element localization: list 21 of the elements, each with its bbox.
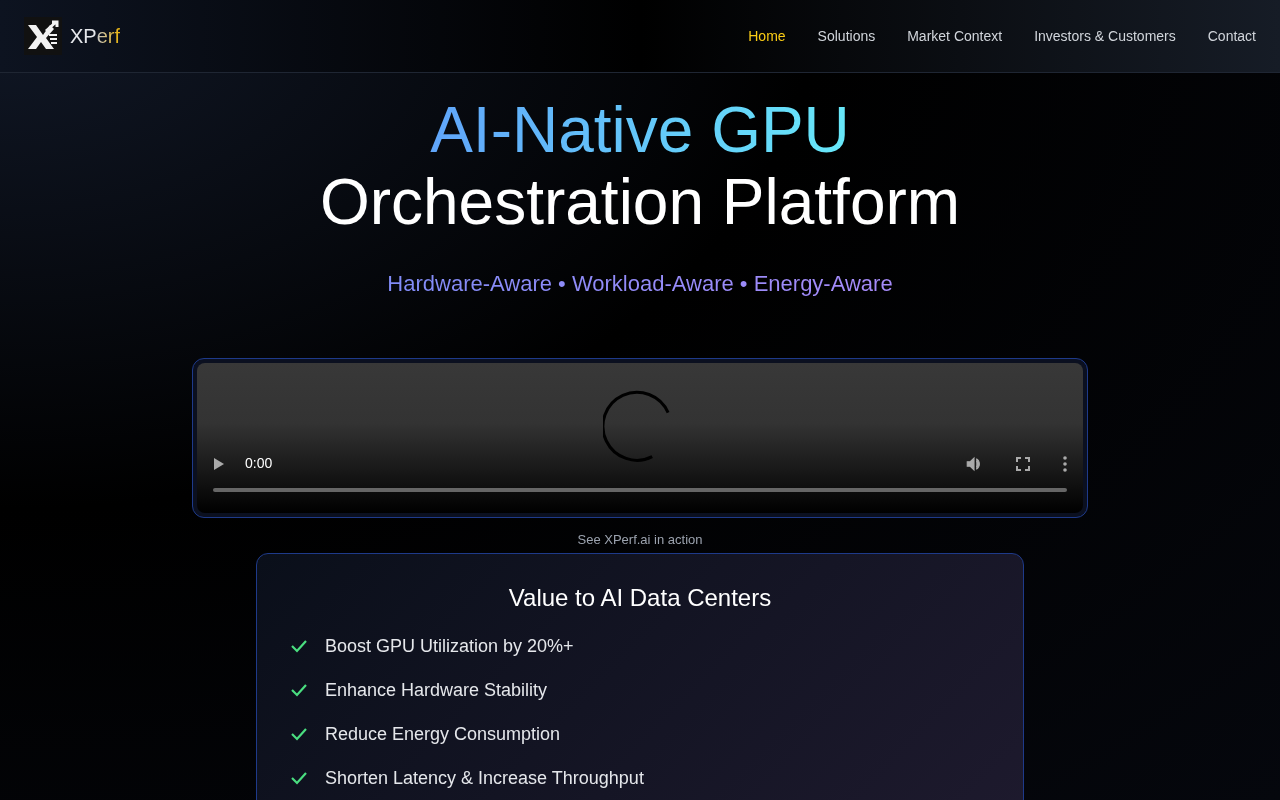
more-options-icon[interactable] [1063, 455, 1067, 472]
value-item: Boost GPU Utilization by 20%+ [325, 634, 574, 658]
play-icon[interactable] [213, 456, 225, 471]
hero-title: Orchestration Platform [319, 167, 961, 237]
nav-link[interactable]: Market Context [907, 25, 1003, 47]
logo-icon[interactable] [24, 17, 62, 55]
video-caption: See XPerf.ai in action [577, 531, 703, 549]
nav-link[interactable]: Solutions [817, 25, 876, 47]
video-player[interactable]: 0:00 [197, 363, 1083, 513]
video-time: 0:00 [245, 454, 273, 473]
fullscreen-icon[interactable] [1015, 455, 1031, 472]
volume-icon[interactable] [965, 454, 983, 473]
value-item: Reduce Energy Consumption [325, 722, 561, 746]
value-item: Shorten Latency & Increase Throughput [325, 766, 644, 790]
nav-link[interactable]: Contact [1207, 25, 1256, 47]
value-item: Enhance Hardware Stability [325, 678, 548, 702]
card-title: Value to AI Data Centers [507, 582, 773, 613]
brand-name[interactable]: XPerf [70, 21, 121, 51]
nav-link[interactable]: Home [748, 25, 786, 47]
progress-track[interactable] [213, 488, 1067, 492]
nav-link[interactable]: Investors & Customers [1034, 25, 1176, 47]
